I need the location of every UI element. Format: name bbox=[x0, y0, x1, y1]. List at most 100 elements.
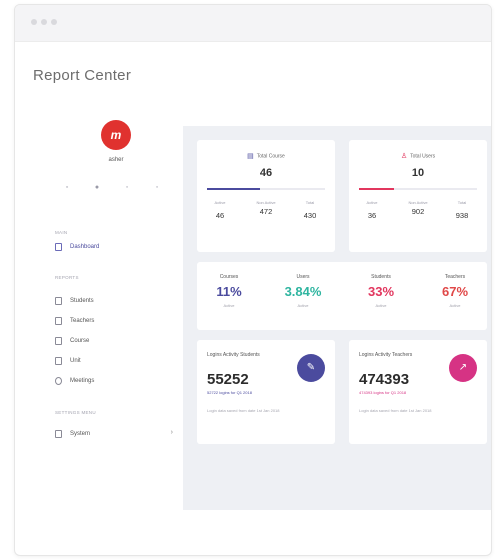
main-content: ▤ Total Course 46 Active 46 Non Active 47… bbox=[183, 110, 491, 510]
sub-label: Non Active bbox=[256, 200, 276, 205]
sub-value: 902 bbox=[411, 207, 425, 216]
stat-users: Users 3.84% Active bbox=[273, 274, 333, 308]
sidebar-item-label: Teachers bbox=[70, 318, 95, 324]
course-sub-active: Active 46 bbox=[203, 200, 237, 220]
stat-sublabel: Active bbox=[375, 303, 387, 308]
folder-icon bbox=[55, 297, 62, 305]
window-title: Report Center bbox=[33, 67, 132, 84]
stat-students: Students 33% Active bbox=[351, 274, 411, 308]
window-dot-minimize[interactable] bbox=[41, 19, 47, 25]
sidebar-item-label: Unit bbox=[70, 358, 81, 364]
login-note: Login data saved from date 1st Jan 2018 bbox=[207, 408, 280, 413]
sidebar-item-teachers[interactable]: Teachers bbox=[55, 315, 175, 327]
sub-value: 938 bbox=[455, 211, 469, 220]
card-title-text: Total Users bbox=[410, 153, 436, 160]
document-icon bbox=[55, 357, 62, 365]
nav-section-reports: Reports bbox=[55, 275, 79, 280]
sub-label: Active bbox=[214, 200, 226, 205]
nav-section-main: Main bbox=[55, 230, 68, 235]
login-activity-teachers-card: Logins Activity Teachers 474393 474393 l… bbox=[349, 340, 487, 444]
list-icon bbox=[55, 317, 62, 325]
users-icon: ♙ bbox=[400, 153, 408, 160]
window-dot-close[interactable] bbox=[31, 19, 37, 25]
total-users-value: 10 bbox=[411, 167, 425, 179]
percent-stats-card: Courses 11% Active Users 3.84% Active St… bbox=[197, 262, 487, 330]
circle-icon[interactable]: ● bbox=[93, 184, 101, 192]
dashboard-preview: m asher ▫ ● ◦ ◦ Main Dashboard Reports S… bbox=[43, 110, 491, 510]
login-count: 474393 bbox=[359, 371, 410, 388]
stat-teachers: Teachers 67% Active bbox=[425, 274, 485, 308]
sidebar-item-system[interactable]: System › bbox=[55, 428, 175, 440]
login-period-link[interactable]: 52722 logins for Q1 2018 bbox=[207, 390, 287, 395]
stat-label: Teachers bbox=[444, 274, 466, 280]
card-title-text: Total Course bbox=[256, 153, 285, 160]
login-activity-students-card: Logins Activity Students 55252 52722 log… bbox=[197, 340, 335, 444]
sub-value: 36 bbox=[367, 211, 377, 220]
sub-label: Total bbox=[305, 200, 315, 205]
stat-value: 11% bbox=[216, 284, 242, 299]
sub-label: Total bbox=[457, 200, 467, 205]
sidebar-item-course[interactable]: Course bbox=[55, 335, 175, 347]
sidebar-item-label: Course bbox=[70, 338, 90, 344]
sub-label: Active bbox=[366, 200, 378, 205]
user-icon[interactable]: ◦ bbox=[123, 184, 131, 192]
total-users-card: ♙ Total Users 10 Active 36 Non Active 902… bbox=[349, 140, 487, 252]
card-title: ♙ Total Users bbox=[349, 152, 487, 160]
brand-logo: m bbox=[101, 120, 131, 150]
sidebar-item-label: Dashboard bbox=[70, 244, 100, 250]
stat-label: Students bbox=[371, 274, 391, 280]
title-bar bbox=[15, 5, 491, 42]
stat-sublabel: Active bbox=[223, 303, 235, 308]
users-sub-active: Active 36 bbox=[355, 200, 389, 220]
total-course-card: ▤ Total Course 46 Active 46 Non Active 47… bbox=[197, 140, 335, 252]
stat-value: 67% bbox=[441, 284, 469, 299]
login-period-link[interactable]: 474393 logins for Q1 2018 bbox=[359, 390, 439, 395]
sub-value: 472 bbox=[259, 207, 273, 216]
users-sub-non-active: Non Active 902 bbox=[401, 200, 435, 216]
edit-icon[interactable]: ✎ bbox=[297, 354, 325, 382]
system-icon bbox=[55, 430, 62, 438]
course-sub-total: Total 430 bbox=[293, 200, 327, 220]
clock-icon bbox=[55, 377, 62, 385]
sidebar: m asher ▫ ● ◦ ◦ Main Dashboard Reports S… bbox=[43, 110, 183, 510]
trend-arrow-icon[interactable]: ↗ bbox=[449, 354, 477, 382]
course-progress-track bbox=[207, 188, 325, 190]
top-bar bbox=[183, 110, 491, 126]
total-course-value: 46 bbox=[259, 167, 273, 179]
stat-sublabel: Active bbox=[297, 303, 309, 308]
users-progress-track bbox=[359, 188, 477, 190]
report-window: Report Center m asher ▫ ● ◦ ◦ Main Dashb… bbox=[14, 4, 492, 556]
login-card-title: Logins Activity Teachers bbox=[359, 352, 413, 358]
nav-section-settings: Settings menu bbox=[55, 410, 96, 415]
card-title: ▤ Total Course bbox=[197, 152, 335, 160]
login-card-title: Logins Activity Students bbox=[207, 352, 260, 358]
settings-icon[interactable]: ◦ bbox=[153, 184, 161, 192]
book-icon bbox=[55, 337, 62, 345]
course-sub-non-active: Non Active 472 bbox=[249, 200, 283, 216]
login-count: 55252 bbox=[207, 371, 249, 388]
grid-icon[interactable]: ▫ bbox=[63, 184, 71, 192]
sidebar-quick-icons: ▫ ● ◦ ◦ bbox=[63, 184, 173, 194]
sidebar-item-unit[interactable]: Unit bbox=[55, 355, 175, 367]
user-name: asher bbox=[108, 157, 124, 163]
stat-value: 33% bbox=[367, 284, 395, 299]
sub-label: Non Active bbox=[408, 200, 428, 205]
stat-label: Users bbox=[296, 274, 310, 280]
sub-value: 430 bbox=[303, 211, 317, 220]
stat-sublabel: Active bbox=[449, 303, 461, 308]
users-sub-total: Total 938 bbox=[445, 200, 479, 220]
stat-label: Courses bbox=[219, 274, 239, 280]
sub-value: 46 bbox=[215, 211, 225, 220]
stat-courses: Courses 11% Active bbox=[199, 274, 259, 308]
dashboard-icon bbox=[55, 243, 62, 251]
window-dot-maximize[interactable] bbox=[51, 19, 57, 25]
sidebar-item-students[interactable]: Students bbox=[55, 295, 175, 307]
sidebar-item-dashboard[interactable]: Dashboard bbox=[55, 241, 175, 253]
sidebar-item-meetings[interactable]: Meetings bbox=[55, 375, 175, 387]
sidebar-item-label: Meetings bbox=[70, 378, 95, 384]
login-note: Login data saved from date 1st Jan 2018 bbox=[359, 408, 432, 413]
chevron-right-icon: › bbox=[170, 429, 173, 436]
stat-value: 3.84% bbox=[284, 284, 322, 299]
course-progress-fill bbox=[207, 188, 261, 190]
sidebar-item-label: Students bbox=[70, 298, 94, 304]
